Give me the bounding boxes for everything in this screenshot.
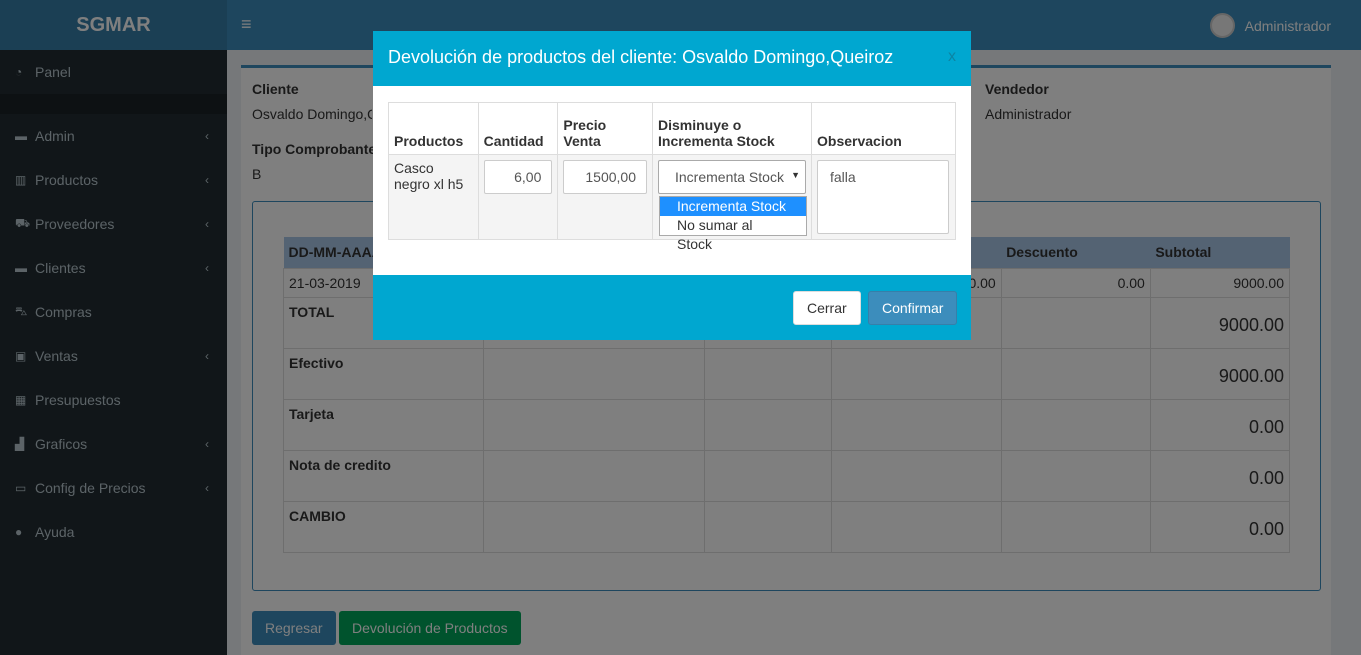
return-products-table: Productos Cantidad Precio Venta Disminuy…	[388, 102, 956, 252]
column-header: Productos	[388, 102, 479, 155]
return-products-modal: Devolución de productos del cliente: Osv…	[373, 31, 971, 340]
column-header: Disminuye o Incrementa Stock	[652, 102, 812, 155]
stock-dropdown-list: Incrementa Stock No sumar al Stock	[659, 196, 807, 252]
modal-header: Devolución de productos del cliente: Osv…	[373, 31, 971, 86]
modal-title: Devolución de productos del cliente: Osv…	[388, 47, 894, 67]
confirmar-button[interactable]: Confirmar	[868, 291, 958, 325]
stock-option-no-sumar[interactable]: No sumar al Stock	[660, 216, 806, 252]
caret-down-icon: ▼	[791, 170, 800, 180]
cantidad-input[interactable]	[483, 160, 553, 194]
modal-footer: Cerrar Confirmar	[373, 275, 971, 340]
precio-venta-input[interactable]	[563, 160, 647, 194]
stock-select[interactable]: Incrementa Stock ▼ Incrementa Stock No s…	[658, 160, 807, 252]
close-icon[interactable]: x	[948, 48, 956, 66]
cerrar-button[interactable]: Cerrar	[793, 291, 861, 325]
column-header: Precio Venta	[557, 102, 653, 155]
column-header: Cantidad	[477, 102, 559, 155]
stock-option-incrementa[interactable]: Incrementa Stock	[660, 197, 806, 216]
table-row: Casco negro xl h5 Incrementa Stock ▼ Inc…	[388, 154, 956, 252]
modal-body: Productos Cantidad Precio Venta Disminuy…	[373, 86, 971, 275]
observacion-textarea[interactable]: falla	[817, 160, 949, 234]
producto-cell: Casco negro xl h5	[388, 154, 479, 240]
column-header: Observacion	[811, 102, 956, 155]
stock-select-value: Incrementa Stock	[675, 169, 784, 185]
